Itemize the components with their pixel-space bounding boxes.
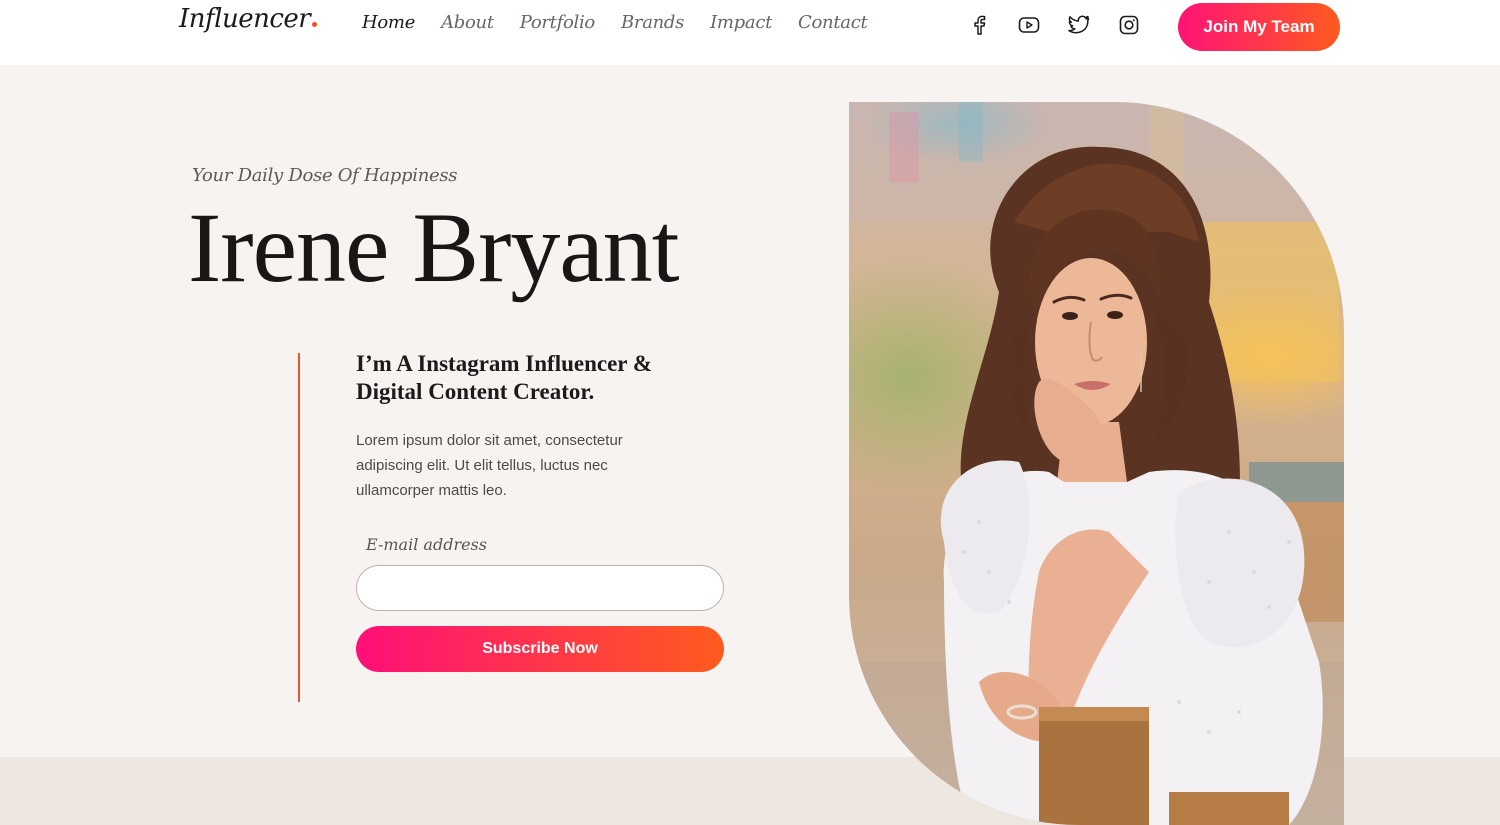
email-label: E-mail address [366, 535, 487, 554]
hero-divider [298, 353, 300, 702]
nav-contact[interactable]: Contact [798, 12, 868, 33]
nav-brands[interactable]: Brands [621, 12, 684, 33]
nav-impact[interactable]: Impact [710, 12, 772, 33]
nav-about[interactable]: About [441, 12, 494, 33]
instagram-icon[interactable] [1118, 14, 1140, 36]
twitter-icon[interactable] [1068, 14, 1090, 36]
hero-name: Irene Bryant [188, 192, 680, 303]
main-nav: Home About Portfolio Brands Impact Conta… [362, 12, 868, 33]
social-links [968, 14, 1140, 36]
youtube-icon[interactable] [1018, 14, 1040, 36]
hero-tagline: Your Daily Dose Of Happiness [192, 165, 458, 186]
logo-dot [312, 22, 318, 27]
nav-portfolio[interactable]: Portfolio [520, 12, 596, 33]
facebook-icon[interactable] [968, 14, 990, 36]
site-header: Influencer Home About Portfolio Brands I… [0, 0, 1500, 65]
nav-home[interactable]: Home [362, 12, 415, 33]
logo-text: Influencer [179, 4, 311, 34]
site-logo[interactable]: Influencer [179, 4, 318, 44]
email-field[interactable] [356, 565, 724, 611]
subscribe-button[interactable]: Subscribe Now [356, 626, 724, 672]
hero-portrait-image [849, 102, 1344, 825]
intro-body: Lorem ipsum dolor sit amet, consectetur … [356, 432, 623, 499]
intro-heading: I’m A Instagram Influencer & Digital Con… [356, 351, 653, 404]
join-my-team-button[interactable]: Join My Team [1178, 3, 1340, 51]
